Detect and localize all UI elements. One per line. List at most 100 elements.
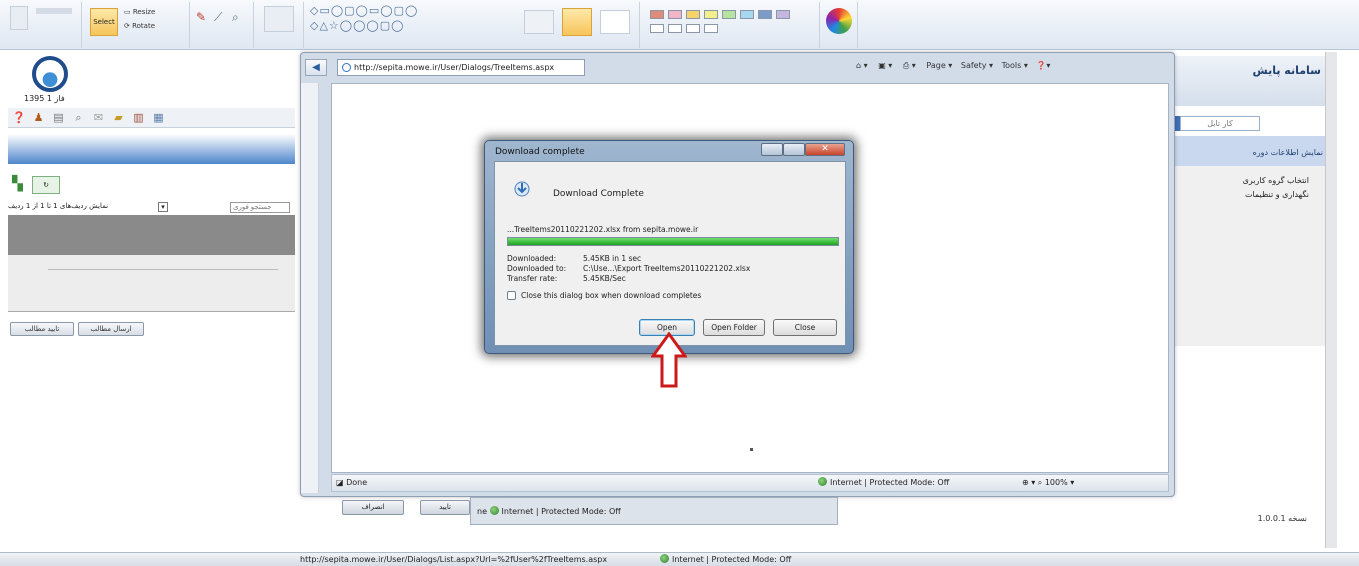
address-bar[interactable]: http://sepita.mowe.ir/User/Dialogs/TreeI… bbox=[337, 59, 585, 76]
rotate-icon: ⟳ bbox=[124, 22, 133, 30]
user-icon[interactable]: ♟ bbox=[32, 111, 45, 124]
download-complete-dialog: Download complete ✕ Download Complete ..… bbox=[484, 140, 854, 354]
menu-item-group[interactable]: انتخاب گروه کاربری bbox=[1243, 176, 1309, 185]
ie-command-bar: ⌂ ▾ ▣ ▾ ⎙ ▾ Page ▾ Safety ▾ Tools ▾ ❓▾ bbox=[856, 61, 1051, 70]
download-icon bbox=[514, 181, 530, 197]
color-picker-icon[interactable]: ⟋ bbox=[214, 10, 222, 25]
globe-icon bbox=[489, 506, 499, 515]
status-url: http://sepita.mowe.ir/User/Dialogs/List.… bbox=[300, 555, 608, 564]
mail-icon[interactable]: ✉ bbox=[92, 111, 105, 124]
downloaded-label: Downloaded: bbox=[507, 254, 557, 263]
quick-search-input[interactable] bbox=[230, 202, 290, 213]
tree-icon[interactable]: ▚ bbox=[12, 176, 28, 194]
page-menu[interactable]: Page bbox=[926, 61, 945, 70]
vertical-scrollbar[interactable] bbox=[1325, 52, 1337, 548]
folder-icon[interactable]: ▰ bbox=[112, 111, 125, 124]
close-on-complete-checkbox[interactable] bbox=[507, 291, 516, 300]
right-header: سامانه پایش bbox=[1172, 56, 1327, 106]
cancel-button[interactable]: انصراف bbox=[342, 500, 404, 515]
size-icon[interactable] bbox=[524, 10, 554, 34]
pencil-icon[interactable]: ✎ bbox=[196, 10, 206, 24]
maximize-button[interactable] bbox=[783, 143, 805, 156]
feeds-icon[interactable]: ▣ ▾ bbox=[878, 61, 892, 70]
swatch-icon[interactable] bbox=[776, 10, 790, 19]
left-application-panel: 1395 فاز 1 ❓ ♟ ▤ ⌕ ✉ ▰ ▥ ▦ ▚ ↻ نمایش ردی… bbox=[8, 52, 295, 548]
shapes-gallery-icon[interactable]: ◇▭◯▢◯▭◯▢◯ ◇△☆◯◯◯▢◯ bbox=[310, 3, 440, 35]
cut-icon[interactable] bbox=[36, 8, 72, 14]
swatch-icon[interactable] bbox=[650, 10, 664, 19]
color-1-button[interactable] bbox=[562, 8, 592, 36]
open-folder-button[interactable]: Open Folder bbox=[703, 319, 765, 336]
ribbon-colors-group bbox=[642, 2, 820, 48]
dialog-heading: Download Complete bbox=[553, 189, 644, 199]
confirm-button[interactable]: تایید مطالب bbox=[10, 322, 74, 336]
right-band: نمایش اطلاعات دوره bbox=[1172, 136, 1327, 166]
paint-ribbon: Select ▭ Resize ⟳ Rotate ✎ ⟋ ⌕ ◇▭◯▢◯▭◯▢◯… bbox=[0, 0, 1359, 50]
swatch-icon[interactable] bbox=[650, 24, 664, 33]
grid-divider bbox=[48, 269, 278, 270]
tools-menu[interactable]: Tools bbox=[1002, 61, 1022, 70]
swatch-icon[interactable] bbox=[668, 10, 682, 19]
ribbon-size-group bbox=[520, 2, 640, 48]
left-header: 1395 فاز 1 bbox=[8, 52, 295, 107]
select-button[interactable]: Select bbox=[90, 8, 118, 36]
home-icon[interactable]: ⌂ ▾ bbox=[856, 61, 868, 70]
help-icon[interactable]: ❓ bbox=[12, 111, 26, 124]
help-icon[interactable]: ❓▾ bbox=[1036, 61, 1050, 70]
swatch-icon[interactable] bbox=[686, 10, 700, 19]
left-header-band bbox=[8, 134, 295, 164]
print-icon[interactable]: ⎙ ▾ bbox=[903, 61, 916, 70]
paste-icon[interactable] bbox=[10, 6, 28, 30]
search-icon[interactable]: ⌕ bbox=[72, 111, 85, 124]
resize-button[interactable]: ▭ Resize bbox=[124, 8, 155, 16]
back-zone-status: ne Internet | Protected Mode: Off bbox=[477, 506, 621, 516]
transfer-rate-label: Transfer rate: bbox=[507, 274, 558, 283]
swatch-icon[interactable] bbox=[758, 10, 772, 19]
ok-button[interactable]: تایید bbox=[420, 500, 470, 515]
minimize-button[interactable] bbox=[761, 143, 783, 156]
swatch-icon[interactable] bbox=[704, 10, 718, 19]
swatch-icon[interactable] bbox=[686, 24, 700, 33]
back-button[interactable]: ◀ bbox=[305, 59, 327, 76]
ribbon-edit-colors-group bbox=[822, 2, 858, 48]
edit-colors-icon[interactable] bbox=[826, 8, 852, 34]
done-icon: ◪ bbox=[336, 478, 347, 487]
refresh-icon: ↻ bbox=[43, 181, 49, 189]
globe-icon bbox=[660, 554, 669, 563]
menu-item-period[interactable]: نمایش اطلاعات دوره bbox=[1253, 148, 1323, 157]
tab-dashboard[interactable]: کار تابل bbox=[1180, 116, 1260, 131]
zone-status: Internet | Protected Mode: Off bbox=[818, 475, 949, 491]
menu-item-settings[interactable]: نگهداری و تنظیمات bbox=[1245, 190, 1309, 199]
version-footer: نسخه 1.0.0.1 bbox=[1257, 514, 1307, 523]
refresh-button[interactable]: ↻ bbox=[32, 176, 60, 194]
cursor-dot bbox=[750, 448, 753, 451]
color-2-button[interactable] bbox=[600, 10, 630, 34]
safety-menu[interactable]: Safety bbox=[961, 61, 987, 70]
send-button[interactable]: ارسال مطالب bbox=[78, 322, 144, 336]
magnifier-icon[interactable]: ⌕ bbox=[232, 10, 239, 25]
resize-icon: ▭ bbox=[124, 8, 133, 16]
swatch-icon[interactable] bbox=[722, 10, 736, 19]
swatch-icon[interactable] bbox=[740, 10, 754, 19]
document-icon[interactable]: ▤ bbox=[52, 111, 65, 124]
transfer-rate-value: 5.45KB/Sec bbox=[583, 274, 626, 283]
status-zone: Internet | Protected Mode: Off bbox=[660, 553, 791, 566]
grid-icon[interactable]: ▦ bbox=[152, 111, 165, 124]
brushes-icon[interactable] bbox=[264, 6, 294, 32]
ie-status-bar: ◪ Done Internet | Protected Mode: Off ⊕ … bbox=[331, 474, 1169, 492]
rotate-button[interactable]: ⟳ Rotate bbox=[124, 22, 155, 30]
ribbon-image-group: Select ▭ Resize ⟳ Rotate bbox=[86, 2, 190, 48]
close-window-button[interactable]: ✕ bbox=[805, 143, 845, 156]
swatch-icon[interactable] bbox=[704, 24, 718, 33]
zoom-control[interactable]: ⊕ ▾ ⌕ 100% ▾ bbox=[1022, 475, 1074, 491]
close-icon: ✕ bbox=[821, 144, 829, 154]
book-icon[interactable]: ▥ bbox=[132, 111, 145, 124]
swatch-icon[interactable] bbox=[668, 24, 682, 33]
dropdown-icon[interactable]: ▾ bbox=[158, 202, 168, 212]
zoom-icon: ⊕ ▾ ⌕ bbox=[1022, 478, 1045, 487]
ie-side-strip bbox=[301, 83, 319, 493]
checkbox-label: Close this dialog box when download comp… bbox=[521, 291, 702, 300]
left-toolbar: ❓ ♟ ▤ ⌕ ✉ ▰ ▥ ▦ bbox=[8, 108, 295, 128]
downloaded-value: 5.45KB in 1 sec bbox=[583, 254, 642, 263]
close-button[interactable]: Close bbox=[773, 319, 837, 336]
